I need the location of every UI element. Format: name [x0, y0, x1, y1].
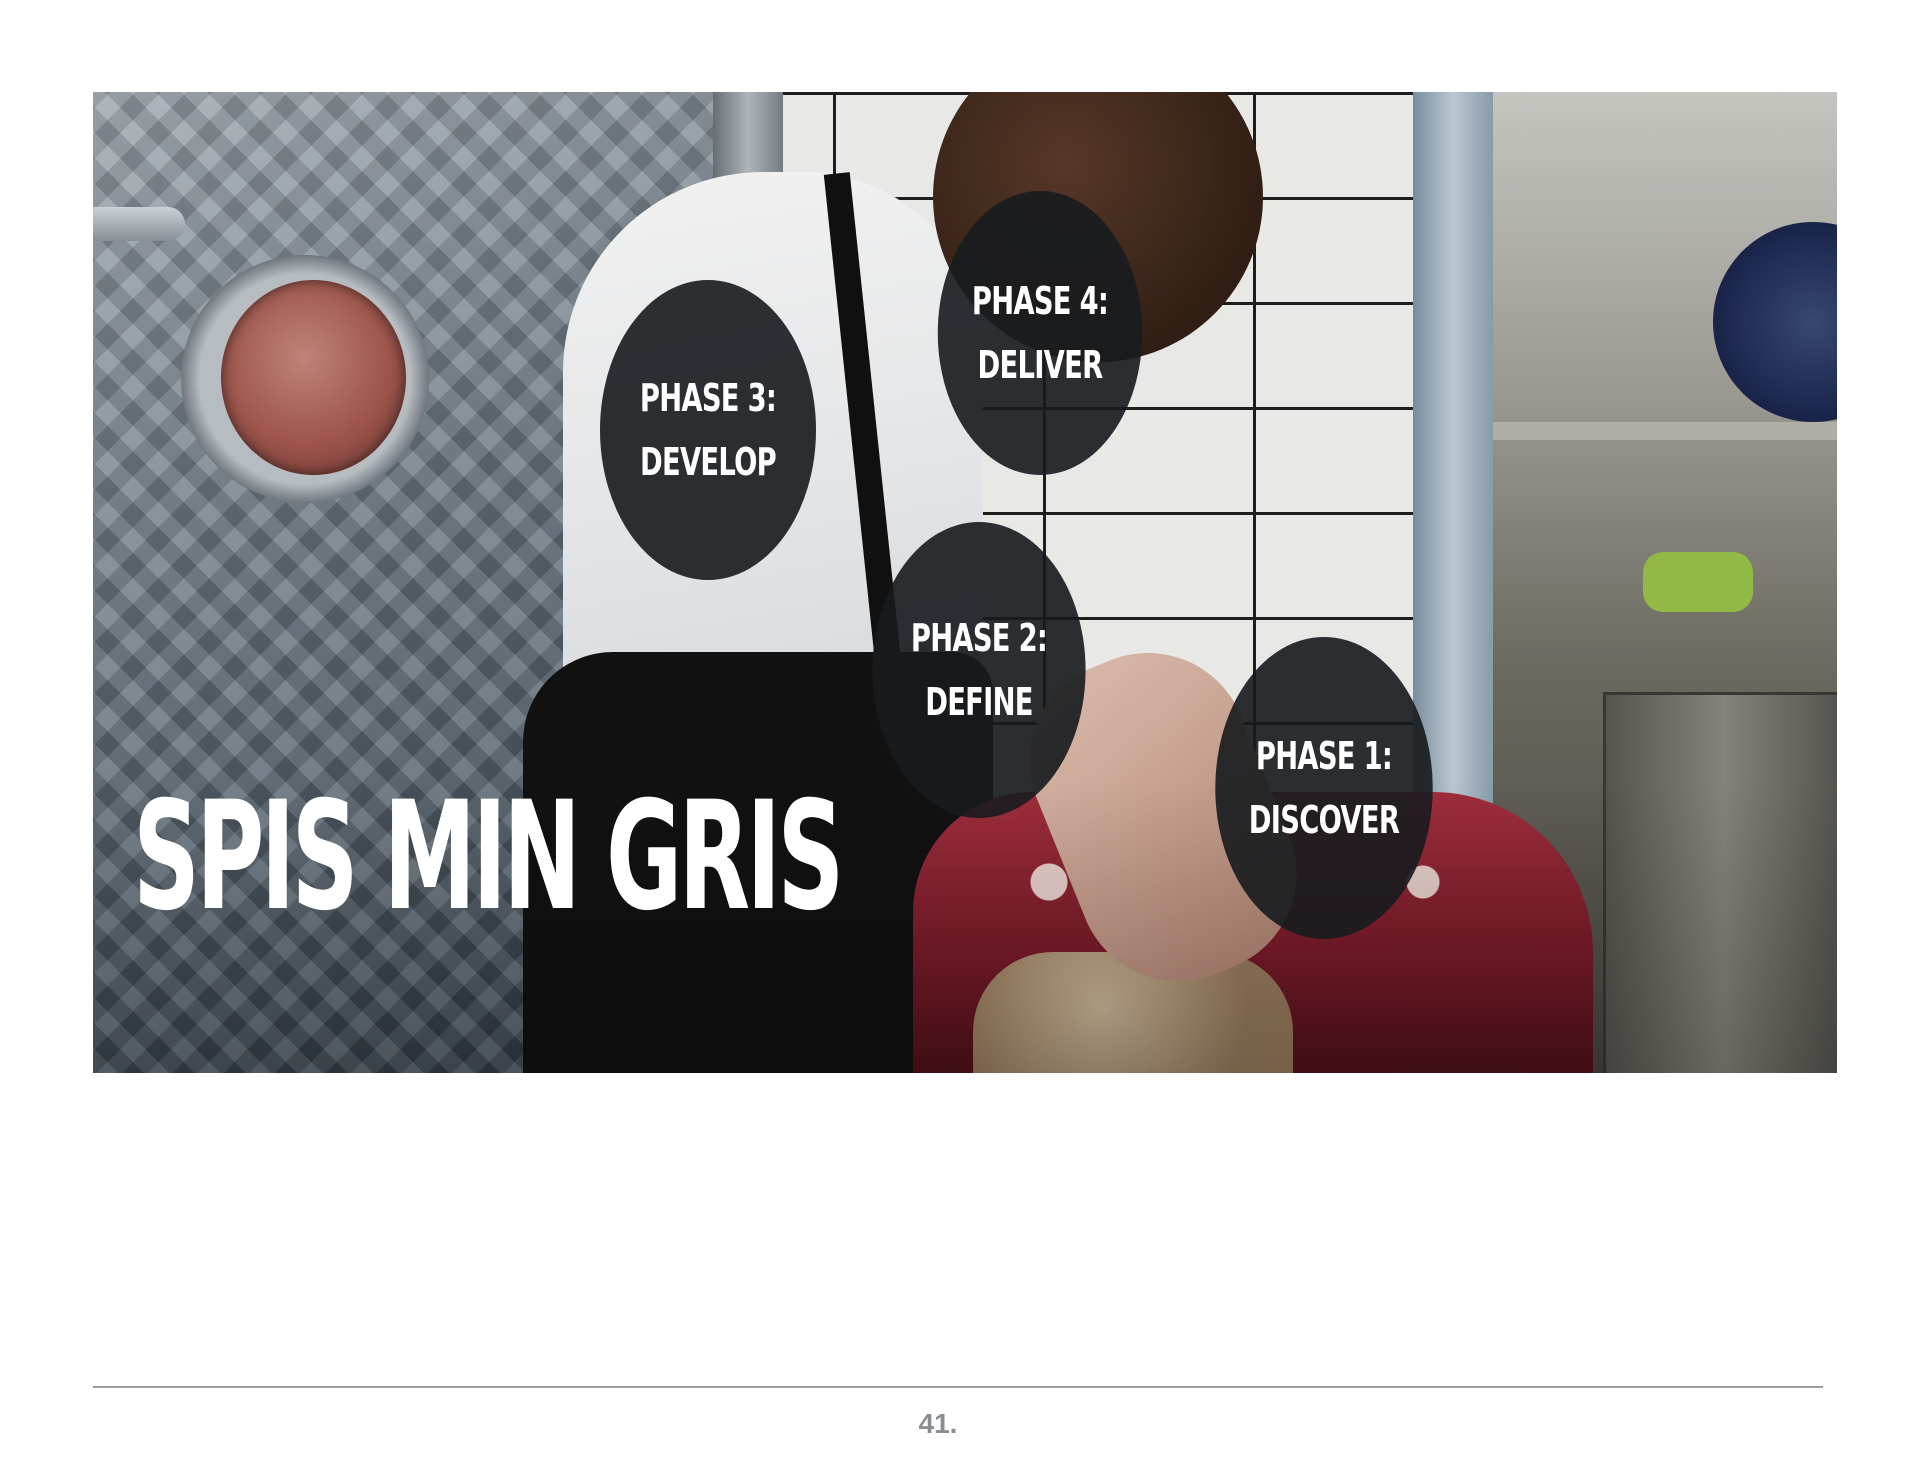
phase-4-name: DELIVER — [977, 343, 1104, 387]
phase-4-circle: PHASE 4: DELIVER — [937, 191, 1143, 475]
phase-3-circle: PHASE 3: DEVELOP — [600, 280, 816, 580]
slide-title: SPIS MIN GRIS — [133, 770, 844, 944]
phase-1-name: DISCOVER — [1248, 798, 1400, 842]
phase-2-name: DEFINE — [925, 680, 1033, 724]
phase-3-name: DEVELOP — [639, 440, 777, 484]
phase-4-label: PHASE 4: — [971, 279, 1109, 323]
slide-photo: PHASE 3: DEVELOP PHASE 4: DELIVER PHASE … — [93, 92, 1837, 1073]
phase-1-label: PHASE 1: — [1255, 734, 1393, 778]
page-number: 41. — [918, 1408, 958, 1439]
phase-2-label: PHASE 2: — [910, 616, 1048, 660]
phase-1-circle: PHASE 1: DISCOVER — [1215, 637, 1433, 939]
phase-2-circle: PHASE 2: DEFINE — [872, 522, 1086, 818]
phase-3-label: PHASE 3: — [639, 376, 777, 420]
footer-divider — [93, 1386, 1823, 1388]
